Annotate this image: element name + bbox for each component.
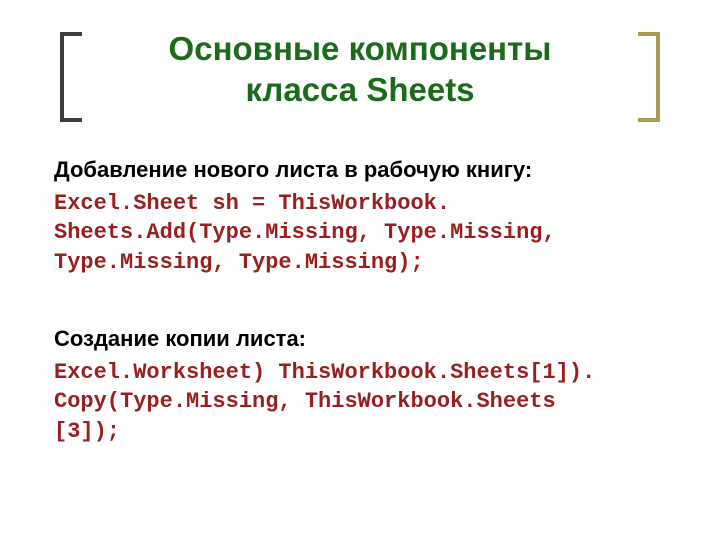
slide: Основные компоненты класса Sheets Добавл…: [0, 0, 720, 540]
section2-label: Создание копии листа:: [54, 326, 670, 352]
section1-label: Добавление нового листа в рабочую книгу:: [54, 157, 670, 183]
code-line: Type.Missing, Type.Missing);: [54, 250, 424, 275]
code-line: Sheets.Add(Type.Missing, Type.Missing,: [54, 220, 556, 245]
section2-code: Excel.Worksheet) ThisWorkbook.Sheets[1])…: [54, 358, 670, 447]
code-line: [3]);: [54, 419, 120, 444]
title-line-1: Основные компоненты: [169, 30, 552, 67]
spacer: [54, 286, 670, 308]
bracket-left-icon: [60, 32, 82, 122]
bracket-right-icon: [638, 32, 660, 122]
slide-title: Основные компоненты класса Sheets: [50, 24, 670, 121]
code-line: Copy(Type.Missing, ThisWorkbook.Sheets: [54, 389, 556, 414]
code-line: Excel.Sheet sh = ThisWorkbook.: [54, 191, 450, 216]
slide-content: Добавление нового листа в рабочую книгу:…: [50, 157, 670, 447]
title-line-2: класса Sheets: [245, 71, 474, 108]
code-line: Excel.Worksheet) ThisWorkbook.Sheets[1])…: [54, 360, 595, 385]
section1-code: Excel.Sheet sh = ThisWorkbook. Sheets.Ad…: [54, 189, 670, 278]
title-container: Основные компоненты класса Sheets: [50, 24, 670, 121]
